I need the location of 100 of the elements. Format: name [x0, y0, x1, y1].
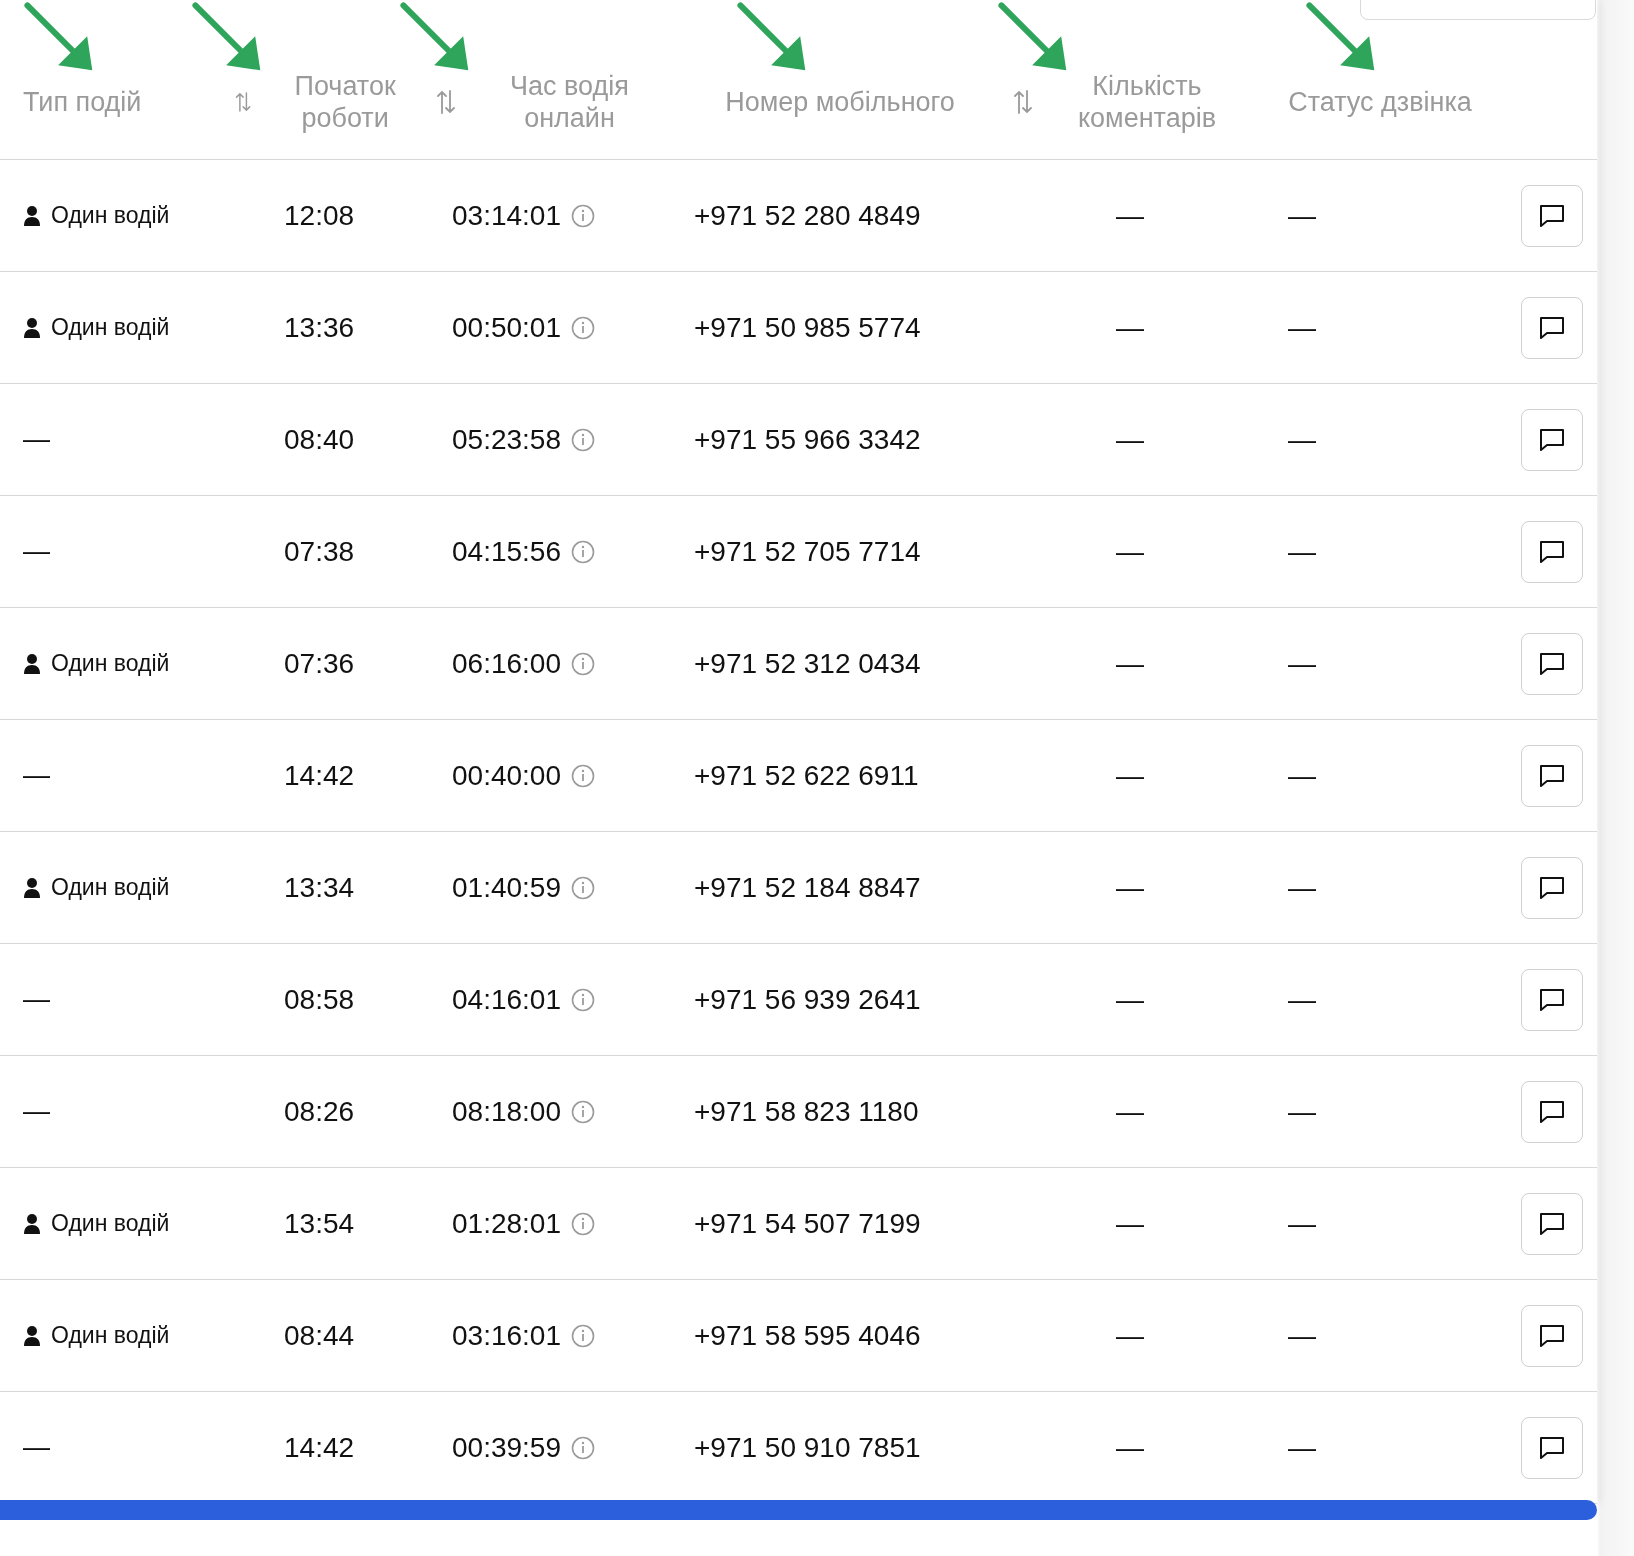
person-icon: [23, 1212, 41, 1235]
start-time: 13:54: [284, 1207, 355, 1240]
start-time: 13:34: [284, 871, 355, 904]
comment-icon: [1539, 763, 1565, 788]
comment-count: —: [1116, 1431, 1144, 1464]
phone-number: +971 58 595 4046: [694, 1319, 921, 1352]
column-header: Тип подій: [23, 85, 142, 118]
phone-number: +971 52 705 7714: [694, 535, 921, 568]
event-type: —: [23, 1096, 50, 1127]
column-header: Час водія онлайн: [509, 69, 630, 134]
column-header: Початок роботи: [293, 69, 397, 134]
comment-count: —: [1116, 759, 1144, 792]
phone-number: +971 50 910 7851: [694, 1431, 921, 1464]
comment-button[interactable]: [1521, 1192, 1583, 1255]
online-time: 03:16:01: [452, 1319, 561, 1352]
comment-icon: [1539, 539, 1565, 564]
comment-count: —: [1116, 1207, 1144, 1240]
event-type: Один водій: [51, 1322, 170, 1349]
horizontal-scrollbar[interactable]: [0, 1500, 1597, 1520]
start-time: 07:38: [284, 535, 355, 568]
comment-icon: [1539, 1211, 1565, 1236]
event-type: —: [23, 424, 50, 455]
phone-number: +971 58 823 1180: [694, 1095, 919, 1128]
comment-button[interactable]: [1521, 968, 1583, 1031]
comment-button[interactable]: [1521, 184, 1583, 247]
annotation-arrow: [998, 2, 1067, 71]
comment-count: —: [1116, 311, 1144, 344]
info-icon[interactable]: [571, 1099, 595, 1124]
call-status: —: [1288, 1207, 1316, 1240]
call-status: —: [1288, 1319, 1316, 1352]
call-status: —: [1288, 1431, 1316, 1464]
comment-count: —: [1116, 647, 1144, 680]
person-icon: [23, 876, 41, 899]
call-status: —: [1288, 311, 1316, 344]
phone-number: +971 56 939 2641: [694, 983, 921, 1016]
call-status: —: [1288, 647, 1316, 680]
column-header: Статус дзвінка: [1288, 85, 1472, 118]
comment-button[interactable]: [1521, 296, 1583, 359]
event-type: —: [23, 536, 50, 567]
online-time: 01:28:01: [452, 1207, 561, 1240]
comment-count: —: [1116, 1095, 1144, 1128]
call-status: —: [1288, 759, 1316, 792]
sort-icon[interactable]: [435, 88, 456, 115]
start-time: 14:42: [284, 1431, 355, 1464]
event-type: Один водій: [51, 874, 170, 901]
phone-number: +971 52 622 6911: [694, 759, 919, 792]
info-icon[interactable]: [571, 987, 595, 1012]
call-status: —: [1288, 423, 1316, 456]
online-time: 04:15:56: [452, 535, 561, 568]
comment-icon: [1539, 203, 1565, 228]
comment-button[interactable]: [1521, 520, 1583, 583]
column-header: Номер мобільного: [725, 85, 955, 118]
online-time: 03:14:01: [452, 199, 561, 232]
call-status: —: [1288, 983, 1316, 1016]
online-time: 01:40:59: [452, 871, 561, 904]
call-status: —: [1288, 871, 1316, 904]
event-type: Один водій: [51, 1210, 170, 1237]
online-time: 00:39:59: [452, 1431, 561, 1464]
start-time: 12:08: [284, 199, 355, 232]
comment-button[interactable]: [1521, 1304, 1583, 1367]
start-time: 14:42: [284, 759, 355, 792]
info-icon[interactable]: [571, 315, 595, 340]
comment-icon: [1539, 315, 1565, 340]
info-icon[interactable]: [571, 1323, 595, 1348]
annotation-arrow: [737, 2, 806, 71]
comment-count: —: [1116, 871, 1144, 904]
info-icon[interactable]: [571, 1211, 595, 1236]
start-time: 07:36: [284, 647, 355, 680]
sort-icon[interactable]: [1013, 88, 1033, 115]
info-icon[interactable]: [571, 763, 595, 788]
annotation-arrow: [24, 2, 93, 71]
phone-number: +971 55 966 3342: [694, 423, 921, 456]
event-type: Один водій: [51, 202, 170, 229]
phone-number: +971 52 184 8847: [694, 871, 921, 904]
annotation-arrow: [1306, 2, 1375, 71]
comment-button[interactable]: [1521, 632, 1583, 695]
comment-icon: [1539, 651, 1565, 676]
column-header: Кількість коментарів: [1076, 69, 1218, 134]
info-icon[interactable]: [571, 203, 595, 228]
info-icon[interactable]: [571, 651, 595, 676]
event-type: —: [23, 760, 50, 791]
phone-number: +971 52 312 0434: [694, 647, 921, 680]
comment-button[interactable]: [1521, 1416, 1583, 1479]
info-icon[interactable]: [571, 875, 595, 900]
person-icon: [23, 316, 41, 339]
info-icon[interactable]: [571, 539, 595, 564]
comment-button[interactable]: [1521, 1080, 1583, 1143]
info-icon[interactable]: [571, 1435, 595, 1460]
info-icon[interactable]: [571, 427, 595, 452]
online-time: 06:16:00: [452, 647, 561, 680]
comment-count: —: [1116, 983, 1144, 1016]
comment-button[interactable]: [1521, 408, 1583, 471]
phone-number: +971 54 507 7199: [694, 1207, 921, 1240]
comment-button[interactable]: [1521, 856, 1583, 919]
comment-button[interactable]: [1521, 744, 1583, 807]
comment-count: —: [1116, 423, 1144, 456]
person-icon: [23, 652, 41, 675]
person-icon: [23, 204, 41, 227]
online-time: 00:50:01: [452, 311, 561, 344]
comment-icon: [1539, 1099, 1565, 1124]
